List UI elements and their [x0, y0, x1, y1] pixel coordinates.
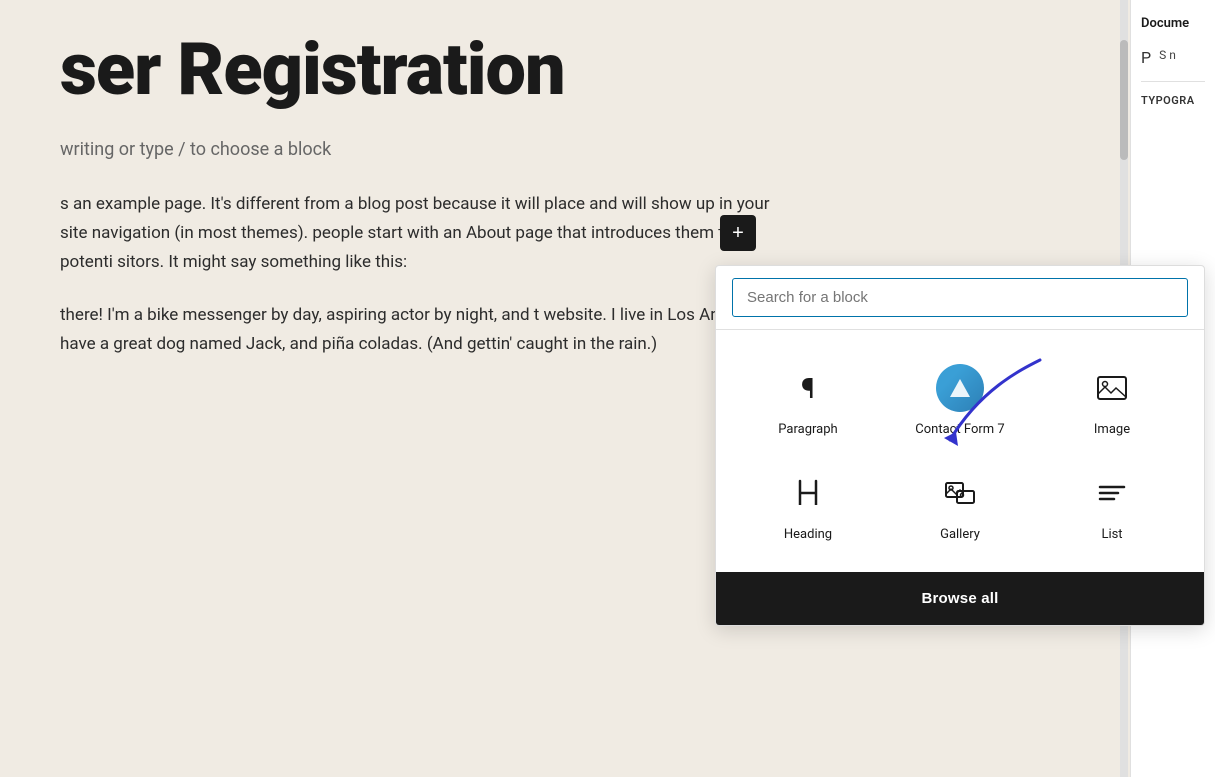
browse-all-button[interactable]: Browse all: [716, 572, 1204, 625]
panel-paragraph-item: P S n: [1141, 47, 1205, 67]
scrollbar-thumb[interactable]: [1120, 40, 1128, 160]
image-block-label: Image: [1094, 422, 1130, 437]
heading-block-label: Heading: [784, 527, 832, 542]
contact-form-block-label: Contact Form 7: [915, 422, 1004, 437]
heading-block-icon: [784, 469, 832, 517]
block-item-contact-form[interactable]: Contact Form 7: [884, 346, 1036, 451]
contact-form-block-icon: [936, 364, 984, 412]
block-item-paragraph[interactable]: ¶ Paragraph: [732, 346, 884, 451]
search-box: [716, 266, 1204, 330]
panel-divider: [1141, 81, 1205, 82]
gallery-block-icon: [936, 469, 984, 517]
paragraph-description: S n: [1159, 47, 1176, 64]
panel-tab-document[interactable]: Docume: [1141, 16, 1205, 31]
image-block-icon: [1088, 364, 1136, 412]
block-item-image[interactable]: Image: [1036, 346, 1188, 451]
blocks-grid: ¶ Paragraph Contact Form 7 Image: [716, 330, 1204, 572]
plus-icon: +: [732, 222, 744, 245]
gallery-block-label: Gallery: [940, 527, 980, 542]
block-search-input[interactable]: [732, 278, 1188, 317]
list-block-icon: [1088, 469, 1136, 517]
paragraph-block-label: Paragraph: [778, 422, 837, 437]
paragraph-block-icon: ¶: [784, 364, 832, 412]
list-block-label: List: [1101, 527, 1122, 542]
body-text: s an example page. It's different from a…: [60, 190, 780, 358]
block-inserter-popup: ¶ Paragraph Contact Form 7 Image: [715, 265, 1205, 626]
add-block-button[interactable]: +: [720, 215, 756, 251]
typography-label: Typogra: [1141, 94, 1205, 107]
body-paragraph-1: s an example page. It's different from a…: [60, 190, 780, 277]
block-item-list[interactable]: List: [1036, 451, 1188, 556]
block-item-gallery[interactable]: Gallery: [884, 451, 1036, 556]
paragraph-icon: P: [1141, 48, 1151, 67]
block-item-heading[interactable]: Heading: [732, 451, 884, 556]
page-title: ser Registration: [60, 30, 1070, 109]
body-paragraph-2: there! I'm a bike messenger by day, aspi…: [60, 301, 780, 359]
empty-block-hint: writing or type / to choose a block: [60, 139, 1070, 160]
